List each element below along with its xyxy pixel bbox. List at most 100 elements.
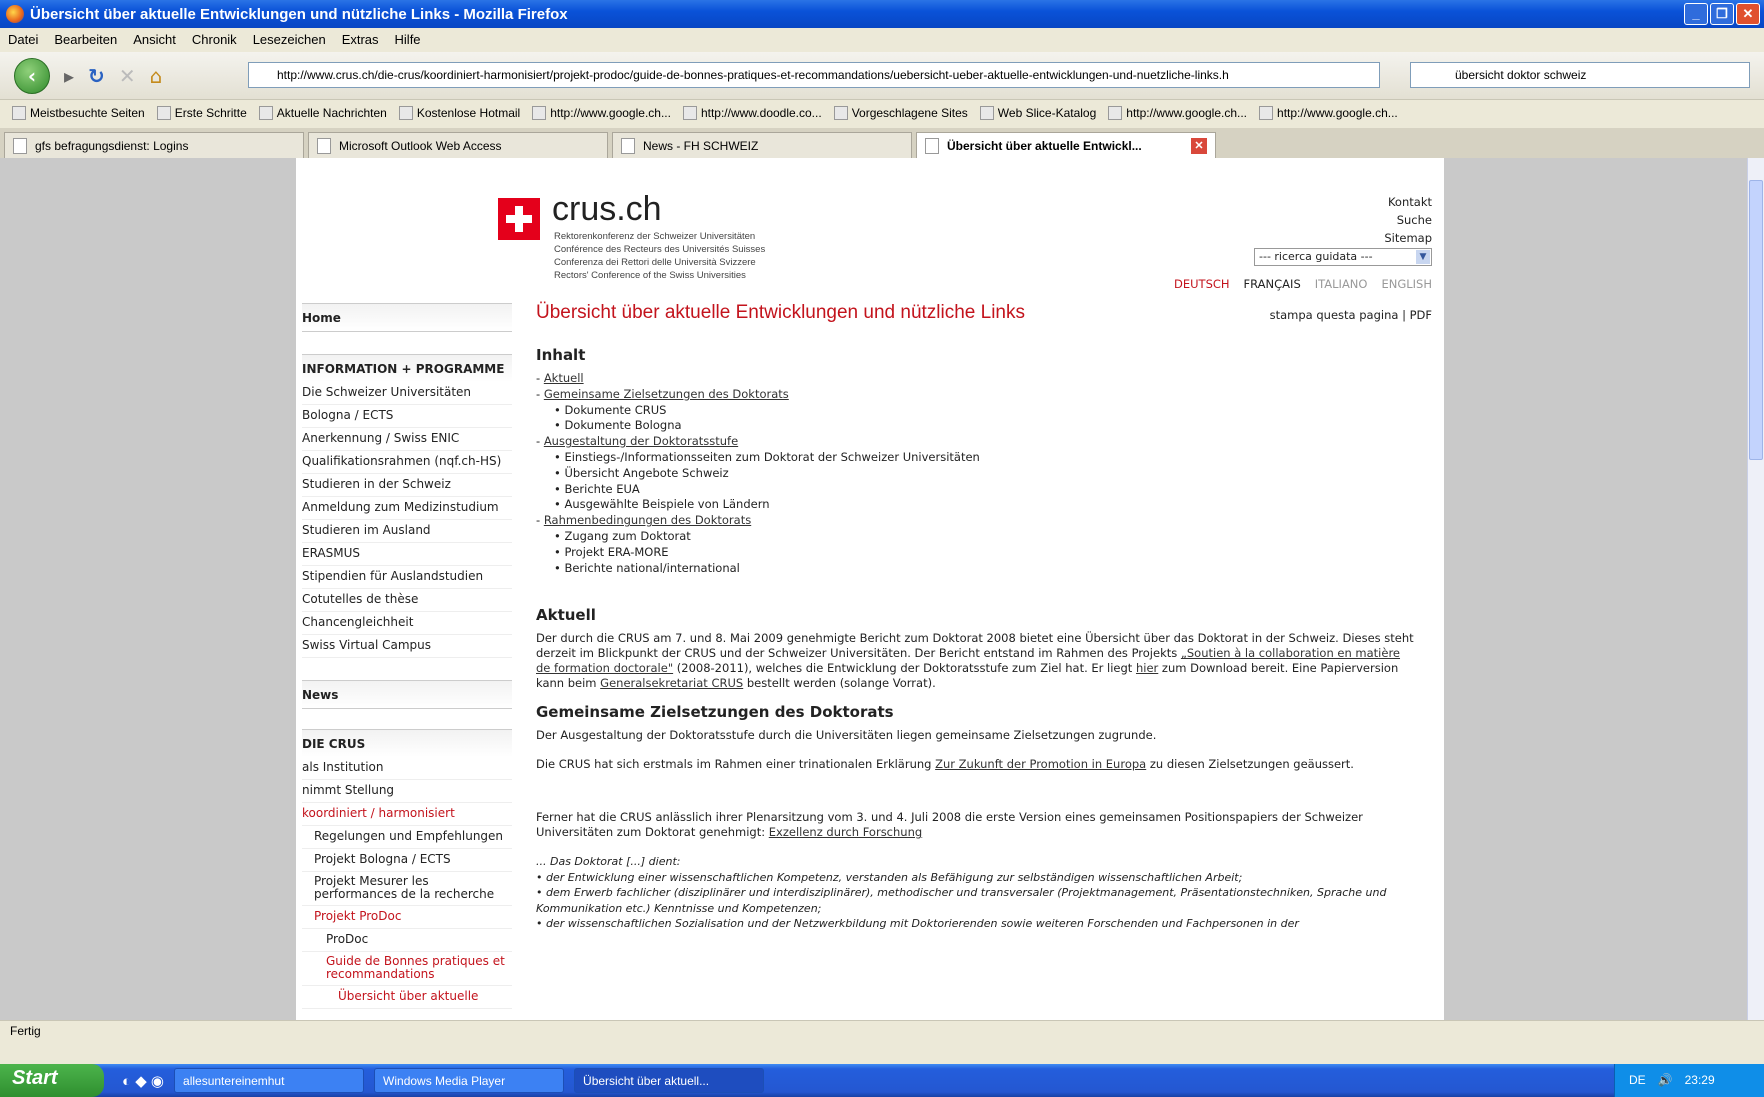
bookmark-item[interactable]: http://www.google.ch... — [1108, 106, 1247, 120]
taskbar-item[interactable]: allesuntereinemhut — [174, 1068, 365, 1093]
sidebar-subitem[interactable]: Projekt Mesurer les performances de la r… — [302, 872, 512, 906]
bookmark-item[interactable]: Meistbesuchte Seiten — [12, 106, 145, 120]
suche-link[interactable]: Suche — [1384, 211, 1432, 229]
toc-subitem[interactable]: • Dokumente CRUS — [536, 403, 1416, 419]
ziel-paragraph-2: Die CRUS hat sich erstmals im Rahmen ein… — [536, 757, 1354, 772]
menu-chronik[interactable]: Chronik — [184, 32, 245, 47]
lang-it[interactable]: ITALIANO — [1315, 277, 1368, 291]
menu-hilfe[interactable]: Hilfe — [387, 32, 429, 47]
window-title: Übersicht über aktuelle Entwicklungen un… — [30, 5, 568, 23]
bookmark-item[interactable]: Aktuelle Nachrichten — [258, 106, 387, 120]
sidebar-header-crus: DIE CRUS — [302, 730, 512, 757]
toc-subitem[interactable]: • Berichte EUA — [536, 482, 1416, 498]
toc-subitem[interactable]: • Berichte national/international — [536, 561, 1416, 577]
ricerca-select[interactable]: --- ricerca guidata --- ▼ — [1254, 248, 1432, 266]
sidebar-item[interactable]: nimmt Stellung — [302, 780, 512, 803]
lang-en[interactable]: ENGLISH — [1381, 277, 1432, 291]
url-input[interactable]: http://www.crus.ch/die-crus/koordiniert-… — [248, 62, 1380, 88]
sidebar-item[interactable]: Anmeldung zum Medizinstudium — [302, 497, 512, 520]
firefox-icon — [6, 5, 24, 23]
toc-link[interactable]: Aktuell — [544, 371, 584, 385]
sidebar-item[interactable]: Bologna / ECTS — [302, 405, 512, 428]
sidebar-item[interactable]: Studieren in der Schweiz — [302, 474, 512, 497]
lang-fr[interactable]: FRANÇAIS — [1244, 277, 1301, 291]
taskbar-item-active[interactable]: Übersicht über aktuell... — [574, 1068, 765, 1093]
stop-icon[interactable]: ✕ — [119, 64, 136, 88]
generalsekretariat-link[interactable]: Generalsekretariat CRUS — [600, 676, 743, 690]
close-tab-icon[interactable]: ✕ — [1191, 137, 1207, 154]
bookmark-item[interactable]: Web Slice-Katalog — [979, 106, 1096, 120]
sitemap-link[interactable]: Sitemap — [1384, 229, 1432, 247]
sidebar-item[interactable]: Chancengleichheit — [302, 612, 512, 635]
tab-news[interactable]: News - FH SCHWEIZ — [612, 132, 912, 158]
lang-de[interactable]: DEUTSCH — [1174, 277, 1230, 291]
crus-logo[interactable] — [498, 198, 540, 240]
exzellenz-link[interactable]: Exzellenz durch Forschung — [769, 825, 922, 839]
zukunft-link[interactable]: Zur Zukunft der Promotion in Europa — [935, 757, 1146, 771]
toc-link[interactable]: Rahmenbedingungen des Doktorats — [544, 513, 751, 527]
sidebar-item[interactable]: Qualifikationsrahmen (nqf.ch-HS) — [302, 451, 512, 474]
sidebar-subitem[interactable]: Projekt Bologna / ECTS — [302, 849, 512, 872]
menu-ansicht[interactable]: Ansicht — [125, 32, 184, 47]
sidebar-subsubitem[interactable]: ProDoc — [302, 929, 512, 952]
bookmark-item[interactable]: Erste Schritte — [156, 106, 247, 120]
menu-bearbeiten[interactable]: Bearbeiten — [46, 32, 125, 47]
toc-subitem[interactable]: • Zugang zum Doktorat — [536, 529, 1416, 545]
hier-link[interactable]: hier — [1136, 661, 1158, 675]
toc-link[interactable]: Gemeinsame Zielsetzungen des Doktorats — [544, 387, 789, 401]
status-bar: Fertig — [0, 1020, 1764, 1042]
sidebar-item[interactable]: als Institution — [302, 757, 512, 780]
tab-current[interactable]: Übersicht über aktuelle Entwickl... ✕ — [916, 132, 1216, 158]
minimize-button[interactable]: _ — [1684, 3, 1708, 25]
bookmark-item[interactable]: http://www.google.ch... — [1259, 106, 1398, 120]
quick-launch-icons[interactable]: ◐ ◆ ◉ — [122, 1072, 164, 1090]
sidebar-item[interactable]: Stipendien für Auslandstudien — [302, 566, 512, 589]
menu-extras[interactable]: Extras — [334, 32, 387, 47]
bookmark-item[interactable]: http://www.doodle.co... — [682, 106, 822, 120]
sidebar-item[interactable]: ERASMUS — [302, 543, 512, 566]
maximize-button[interactable]: ❐ — [1710, 3, 1734, 25]
sidebar-item[interactable]: Die Schweizer Universitäten — [302, 382, 512, 405]
print-link[interactable]: stampa questa pagina — [1270, 308, 1399, 322]
sidebar-item-active[interactable]: koordiniert / harmonisiert — [302, 803, 512, 826]
bookmark-item[interactable]: http://www.google.ch... — [532, 106, 671, 120]
toc-link[interactable]: Ausgestaltung der Doktoratsstufe — [544, 434, 738, 448]
sidebar-item[interactable]: Anerkennung / Swiss ENIC — [302, 428, 512, 451]
close-button[interactable]: ✕ — [1736, 3, 1760, 25]
language-indicator[interactable]: DE — [1629, 1073, 1646, 1097]
forward-icon[interactable]: ▸ — [64, 64, 74, 88]
site-name[interactable]: crus.ch — [552, 190, 662, 229]
back-button[interactable]: ‹ — [14, 57, 50, 94]
home-icon[interactable]: ⌂ — [150, 64, 163, 88]
sidebar-item[interactable]: Studieren im Ausland — [302, 520, 512, 543]
start-button[interactable]: Start — [0, 1064, 104, 1097]
reload-icon[interactable]: ↻ — [88, 64, 105, 88]
kontakt-link[interactable]: Kontakt — [1384, 193, 1432, 211]
pdf-link[interactable]: PDF — [1410, 308, 1432, 322]
sidebar-subitem-active[interactable]: Projekt ProDoc — [302, 906, 512, 929]
menu-datei[interactable]: Datei — [0, 32, 46, 47]
sidebar-subsubsubitem-active[interactable]: Übersicht über aktuelle — [302, 986, 512, 1009]
sidebar-subsubitem-active[interactable]: Guide de Bonnes pratiques et recommandat… — [302, 952, 512, 986]
sidebar-item[interactable]: Cotutelles de thèse — [302, 589, 512, 612]
chevron-down-icon[interactable]: ▼ — [1416, 250, 1430, 264]
search-input[interactable]: übersicht doktor schweiz — [1410, 62, 1750, 88]
tab-outlook[interactable]: Microsoft Outlook Web Access — [308, 132, 608, 158]
tab-gfs[interactable]: gfs befragungsdienst: Logins — [4, 132, 304, 158]
menu-lesezeichen[interactable]: Lesezeichen — [245, 32, 334, 47]
taskbar-item[interactable]: Windows Media Player — [374, 1068, 565, 1093]
toc-subitem[interactable]: • Ausgewählte Beispiele von Ländern — [536, 497, 1416, 513]
bookmark-item[interactable]: Kostenlose Hotmail — [398, 106, 520, 120]
toc-subitem[interactable]: • Dokumente Bologna — [536, 418, 1416, 434]
sidebar-item[interactable]: Swiss Virtual Campus — [302, 635, 512, 658]
sidebar-subitem[interactable]: Regelungen und Empfehlungen — [302, 826, 512, 849]
volume-icon[interactable]: 🔊 — [1658, 1073, 1673, 1097]
scrollbar-thumb[interactable] — [1749, 180, 1763, 460]
toc-subitem[interactable]: • Einstiegs-/Informationsseiten zum Dokt… — [536, 450, 1416, 466]
toc-subitem[interactable]: • Projekt ERA-MORE — [536, 545, 1416, 561]
vertical-scrollbar[interactable] — [1747, 158, 1764, 1020]
bookmark-item[interactable]: Vorgeschlagene Sites — [833, 106, 968, 120]
sidebar-news[interactable]: News — [302, 681, 512, 708]
toc-subitem[interactable]: • Übersicht Angebote Schweiz — [536, 466, 1416, 482]
sidebar-home[interactable]: Home — [302, 304, 512, 331]
